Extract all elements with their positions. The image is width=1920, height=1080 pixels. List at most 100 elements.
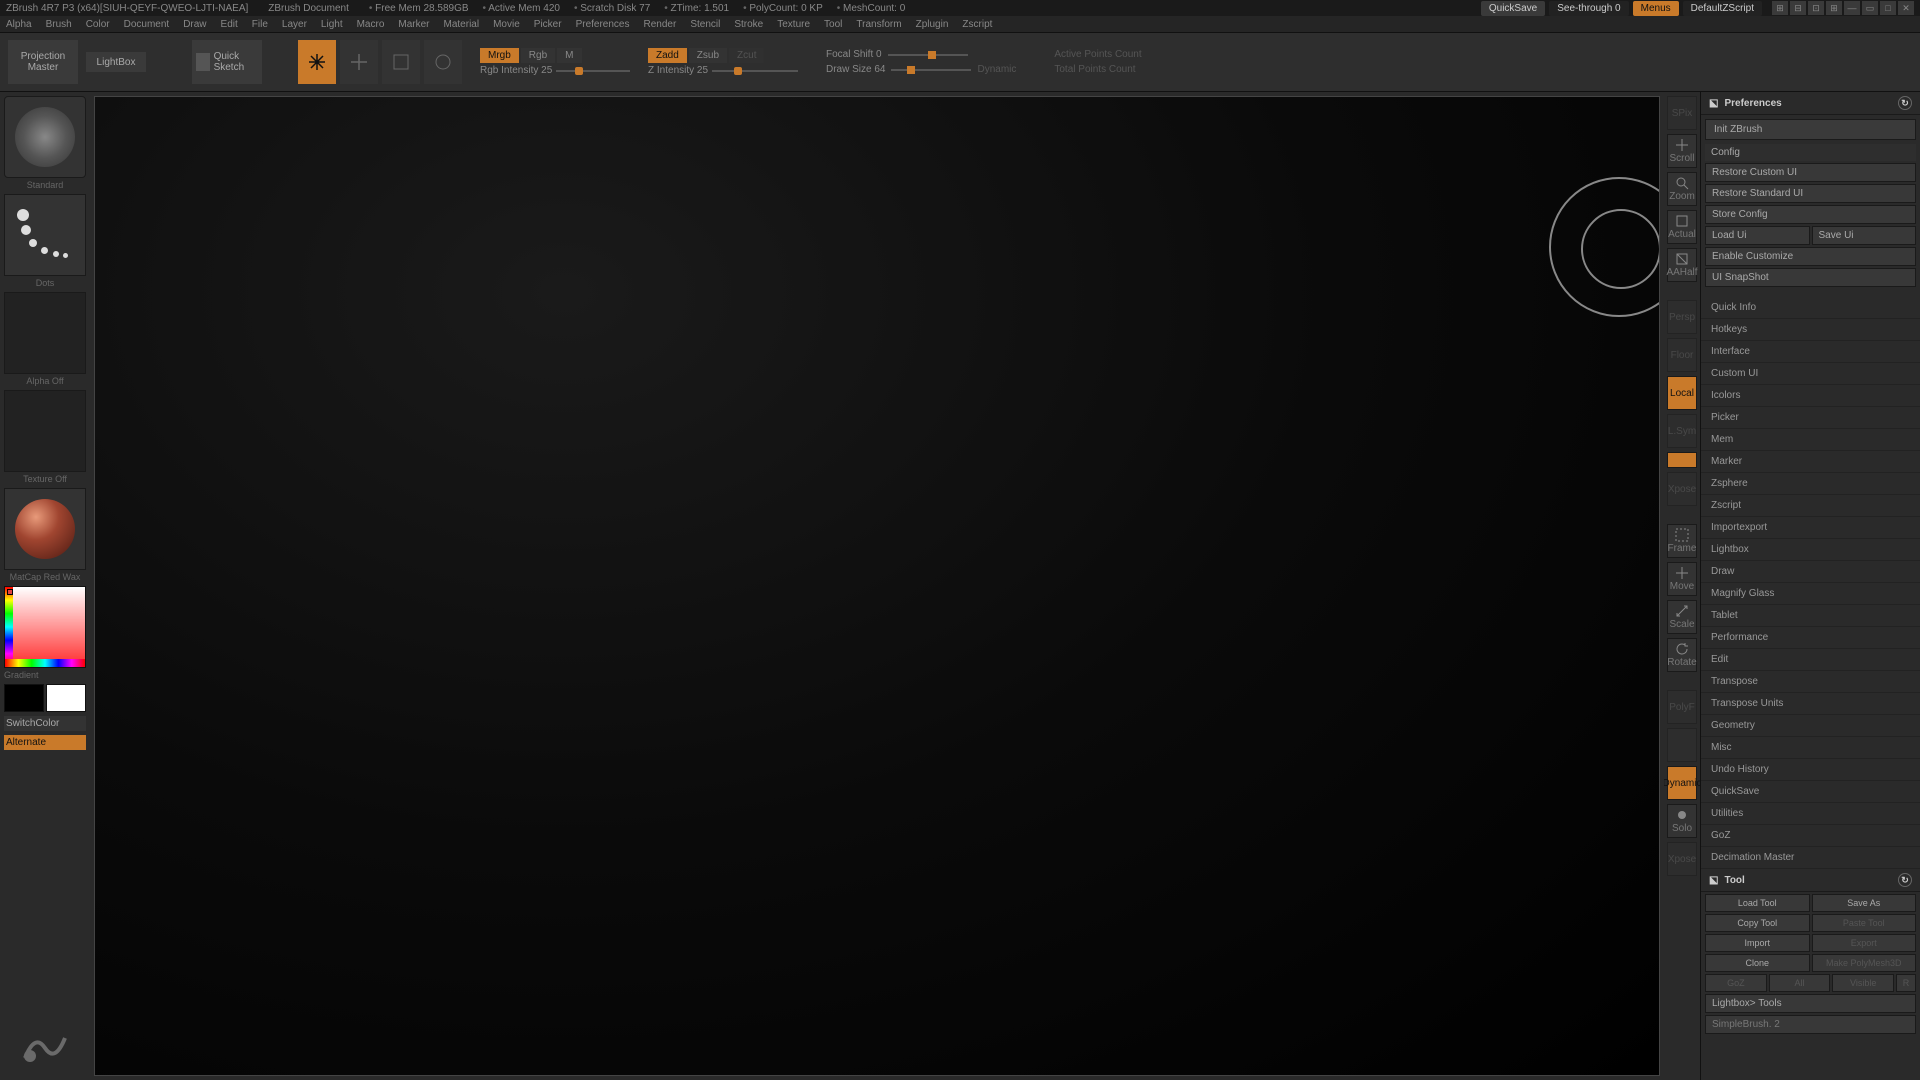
prefs-interface[interactable]: Interface bbox=[1701, 341, 1920, 363]
menu-stroke[interactable]: Stroke bbox=[734, 19, 763, 30]
prefs-custom-ui[interactable]: Custom UI bbox=[1701, 363, 1920, 385]
layout-btn-3[interactable]: ⊡ bbox=[1808, 1, 1824, 15]
prefs-draw[interactable]: Draw bbox=[1701, 561, 1920, 583]
z-intensity-slider[interactable]: Z Intensity 25 bbox=[648, 65, 798, 77]
prefs-decimation-master[interactable]: Decimation Master bbox=[1701, 847, 1920, 869]
menu-render[interactable]: Render bbox=[644, 19, 677, 30]
menu-alpha[interactable]: Alpha bbox=[6, 19, 32, 30]
quicksave-button[interactable]: QuickSave bbox=[1481, 1, 1545, 16]
xpose-button[interactable] bbox=[1667, 452, 1697, 468]
tool-refresh-icon[interactable]: ↻ bbox=[1898, 873, 1912, 887]
alternate-button[interactable]: Alternate bbox=[4, 735, 86, 750]
scale-nav-button[interactable]: Scale bbox=[1667, 600, 1697, 634]
prefs-misc[interactable]: Misc bbox=[1701, 737, 1920, 759]
menu-stencil[interactable]: Stencil bbox=[690, 19, 720, 30]
menu-zplugin[interactable]: Zplugin bbox=[916, 19, 949, 30]
layout-btn-1[interactable]: ⊞ bbox=[1772, 1, 1788, 15]
persp-button[interactable]: Persp bbox=[1667, 300, 1697, 334]
zoom-button[interactable]: Zoom bbox=[1667, 172, 1697, 206]
aahalf-button[interactable]: AAHalf bbox=[1667, 248, 1697, 282]
export-button[interactable]: Export bbox=[1812, 934, 1917, 952]
dynamic-button[interactable]: Dynamic bbox=[1667, 766, 1697, 800]
switch-color-button[interactable]: SwitchColor bbox=[4, 716, 86, 731]
prefs-picker[interactable]: Picker bbox=[1701, 407, 1920, 429]
rotate-mode-button[interactable] bbox=[424, 40, 462, 84]
rotate-nav-button[interactable]: Rotate bbox=[1667, 638, 1697, 672]
m-button[interactable]: M bbox=[557, 48, 581, 63]
spix-button[interactable]: SPix bbox=[1667, 96, 1697, 130]
goz-visible-button[interactable]: Visible bbox=[1832, 974, 1894, 992]
prefs-geometry[interactable]: Geometry bbox=[1701, 715, 1920, 737]
make-polymesh-button[interactable]: Make PolyMesh3D bbox=[1812, 954, 1917, 972]
draw-mode-button[interactable] bbox=[298, 40, 336, 84]
menu-texture[interactable]: Texture bbox=[777, 19, 810, 30]
menu-transform[interactable]: Transform bbox=[856, 19, 901, 30]
restore-custom-ui-button[interactable]: Restore Custom UI bbox=[1705, 163, 1916, 182]
prefs-marker[interactable]: Marker bbox=[1701, 451, 1920, 473]
prefs-edit[interactable]: Edit bbox=[1701, 649, 1920, 671]
secondary-color-swatch[interactable] bbox=[4, 684, 44, 712]
enable-customize-button[interactable]: Enable Customize bbox=[1705, 247, 1916, 266]
prefs-goz[interactable]: GoZ bbox=[1701, 825, 1920, 847]
prefs-icolors[interactable]: Icolors bbox=[1701, 385, 1920, 407]
restore-button[interactable]: ▭ bbox=[1862, 1, 1878, 15]
focal-shift-slider[interactable]: Focal Shift 0 bbox=[826, 49, 1016, 60]
zsub-button[interactable]: Zsub bbox=[689, 48, 727, 63]
prefs-mem[interactable]: Mem bbox=[1701, 429, 1920, 451]
menu-brush[interactable]: Brush bbox=[46, 19, 72, 30]
menu-light[interactable]: Light bbox=[321, 19, 343, 30]
menu-draw[interactable]: Draw bbox=[183, 19, 206, 30]
config-header[interactable]: Config bbox=[1705, 144, 1916, 161]
color-picker[interactable] bbox=[4, 586, 86, 668]
prefs-transpose-units[interactable]: Transpose Units bbox=[1701, 693, 1920, 715]
transp-button[interactable] bbox=[1667, 728, 1697, 762]
menu-marker[interactable]: Marker bbox=[398, 19, 429, 30]
menu-preferences[interactable]: Preferences bbox=[576, 19, 630, 30]
prefs-tablet[interactable]: Tablet bbox=[1701, 605, 1920, 627]
prefs-quick-info[interactable]: Quick Info bbox=[1701, 297, 1920, 319]
lightbox-tools-button[interactable]: Lightbox> Tools bbox=[1705, 994, 1916, 1013]
seethrough-slider[interactable]: See-through 0 bbox=[1549, 1, 1628, 16]
menu-macro[interactable]: Macro bbox=[357, 19, 385, 30]
import-button[interactable]: Import bbox=[1705, 934, 1810, 952]
copy-tool-button[interactable]: Copy Tool bbox=[1705, 914, 1810, 932]
layout-btn-4[interactable]: ⊞ bbox=[1826, 1, 1842, 15]
frame-button[interactable]: Frame bbox=[1667, 524, 1697, 558]
material-selector[interactable] bbox=[4, 488, 86, 570]
rgb-button[interactable]: Rgb bbox=[521, 48, 555, 63]
move-mode-button[interactable] bbox=[340, 40, 378, 84]
zadd-button[interactable]: Zadd bbox=[648, 48, 687, 63]
local-button[interactable]: Local bbox=[1667, 376, 1697, 410]
mrgb-button[interactable]: Mrgb bbox=[480, 48, 519, 63]
menu-material[interactable]: Material bbox=[444, 19, 480, 30]
prefs-transpose[interactable]: Transpose bbox=[1701, 671, 1920, 693]
save-ui-button[interactable]: Save Ui bbox=[1812, 226, 1917, 245]
draw-size-slider[interactable]: Draw Size 64 Dynamic bbox=[826, 64, 1016, 75]
goz-r-button[interactable]: R bbox=[1896, 974, 1916, 992]
quick-sketch-button[interactable]: Quick Sketch bbox=[192, 40, 262, 84]
maximize-button[interactable]: □ bbox=[1880, 1, 1896, 15]
clone-button[interactable]: Clone bbox=[1705, 954, 1810, 972]
menu-document[interactable]: Document bbox=[124, 19, 170, 30]
init-zbrush-button[interactable]: Init ZBrush bbox=[1705, 119, 1916, 140]
prefs-zscript[interactable]: Zscript bbox=[1701, 495, 1920, 517]
paste-tool-button[interactable]: Paste Tool bbox=[1812, 914, 1917, 932]
polyf-button[interactable]: PolyF bbox=[1667, 690, 1697, 724]
refresh-icon[interactable]: ↻ bbox=[1898, 96, 1912, 110]
zcut-button[interactable]: Zcut bbox=[729, 48, 764, 63]
texture-selector[interactable] bbox=[4, 390, 86, 472]
scale-mode-button[interactable] bbox=[382, 40, 420, 84]
prefs-zsphere[interactable]: Zsphere bbox=[1701, 473, 1920, 495]
goz-all-button[interactable]: All bbox=[1769, 974, 1831, 992]
viewport[interactable] bbox=[94, 96, 1660, 1076]
gradient-label[interactable]: Gradient bbox=[4, 670, 86, 680]
close-button[interactable]: ✕ bbox=[1898, 1, 1914, 15]
minimize-button[interactable]: — bbox=[1844, 1, 1860, 15]
prefs-magnify-glass[interactable]: Magnify Glass bbox=[1701, 583, 1920, 605]
lightbox-button[interactable]: LightBox bbox=[86, 52, 146, 72]
brush-selector[interactable] bbox=[4, 96, 86, 178]
xpose-bottom-button[interactable]: Xpose bbox=[1667, 842, 1697, 876]
prefs-undo-history[interactable]: Undo History bbox=[1701, 759, 1920, 781]
actual-button[interactable]: Actual bbox=[1667, 210, 1697, 244]
prefs-performance[interactable]: Performance bbox=[1701, 627, 1920, 649]
